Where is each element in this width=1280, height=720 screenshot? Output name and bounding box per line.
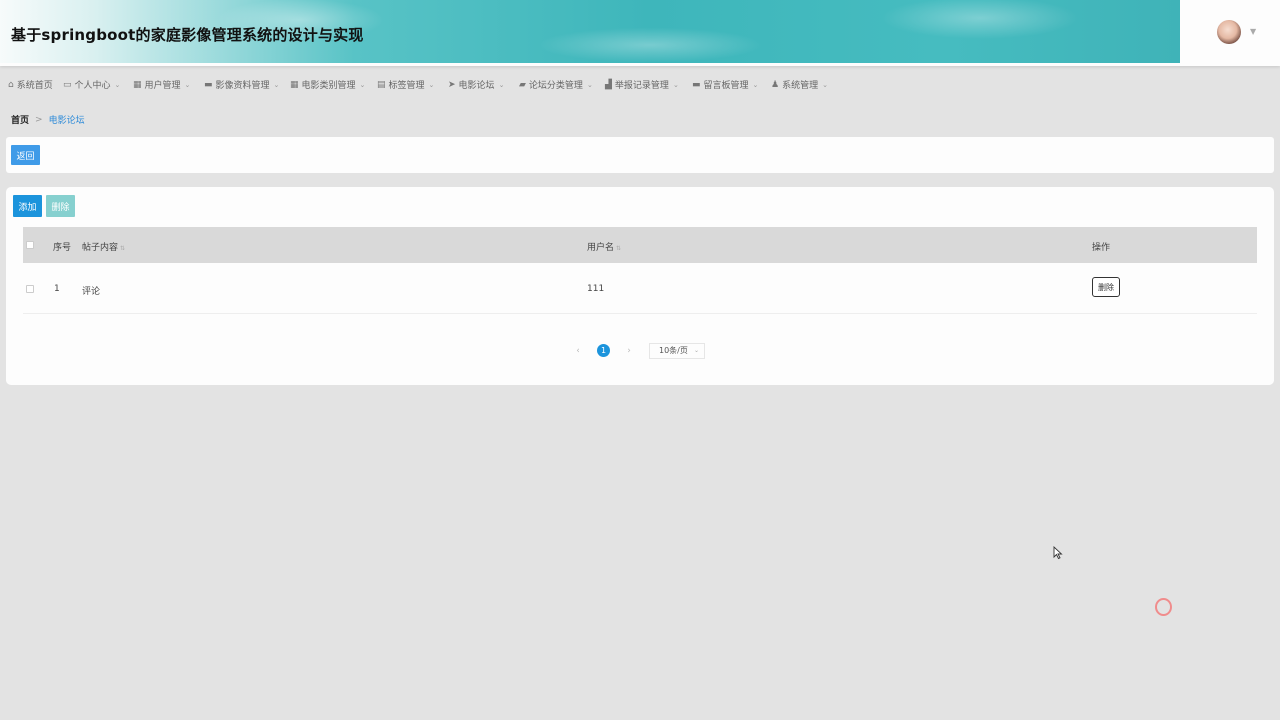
user-avatar[interactable] (1217, 20, 1241, 44)
chevron-down-icon: ⌄ (693, 346, 699, 354)
header-username-label: 用户名 (587, 243, 615, 253)
nav-item-label: 系统管理 (782, 81, 819, 91)
nav-item-label: 用户管理 (144, 81, 181, 91)
chevron-down-icon: ⌄ (498, 80, 505, 89)
header-index: 序号 (53, 243, 72, 253)
table-header: 序号 帖子内容 ⇅ 用户名 ⇅ 操作 (23, 227, 1257, 263)
nav-item-message-board[interactable]: ▬ 留言板管理 ⌄ (692, 78, 759, 92)
chevron-down-icon: ⌄ (273, 80, 280, 89)
user-icon: ♟ (771, 79, 780, 90)
nav-item-label: 系统首页 (16, 81, 53, 91)
table-row: 1 评论 111 删除 (23, 263, 1257, 314)
sort-icon[interactable]: ⇅ (616, 245, 621, 252)
profile-icon: ▭ (63, 79, 72, 90)
nav-item-personal-center[interactable]: ▭ 个人中心 ⌄ (63, 78, 121, 92)
breadcrumb-current: 电影论坛 (48, 116, 85, 126)
nav-item-label: 影像资料管理 (215, 81, 270, 91)
header-actions: 操作 (1092, 243, 1111, 253)
chevron-down-icon: ⌄ (752, 80, 759, 89)
send-icon: ➤ (448, 79, 456, 90)
nav-item-label: 标签管理 (388, 81, 425, 91)
grid-icon: ▦ (290, 79, 299, 90)
nav-item-label: 个人中心 (74, 81, 111, 91)
chevron-down-icon: ⌄ (428, 80, 435, 89)
chevron-down-icon: ⌄ (184, 80, 191, 89)
chevron-down-icon: ⌄ (359, 80, 366, 89)
thumb-icon: ▟ (605, 79, 612, 90)
grid-icon: ▦ (133, 79, 142, 90)
header-username[interactable]: 用户名 ⇅ (587, 240, 621, 253)
row-checkbox[interactable] (26, 285, 34, 293)
message-icon: ▬ (204, 79, 213, 90)
sort-icon[interactable]: ⇅ (120, 245, 125, 252)
top-header: 基于springboot的家庭影像管理系统的设计与实现 ▼ (0, 0, 1280, 66)
breadcrumb-separator: > (35, 114, 43, 125)
search-panel (6, 137, 1274, 173)
batch-delete-button[interactable]: 删除 (46, 195, 75, 217)
nav-item-label: 举报记录管理 (614, 81, 669, 91)
nav-item-label: 论坛分类管理 (528, 81, 583, 91)
nav-item-label: 电影类别管理 (301, 81, 356, 91)
avatar-dropdown-icon[interactable]: ▼ (1250, 27, 1256, 36)
nav-item-media-management[interactable]: ▬ 影像资料管理 ⌄ (204, 78, 280, 92)
prev-page-button[interactable]: ‹ (568, 346, 588, 356)
back-button[interactable]: 返回 (11, 145, 40, 165)
site-title: 基于springboot的家庭影像管理系统的设计与实现 (11, 26, 364, 44)
nav-item-movie-forum[interactable]: ➤ 电影论坛 ⌄ (448, 78, 505, 92)
message-icon: ▬ (692, 79, 701, 90)
header-content[interactable]: 帖子内容 ⇅ (82, 240, 125, 253)
select-all-checkbox[interactable] (26, 241, 34, 249)
nav-item-system-management[interactable]: ♟ 系统管理 ⌄ (771, 78, 828, 92)
nav-item-home[interactable]: ⌂ 系统首页 (8, 78, 53, 92)
breadcrumb: 首页 > 电影论坛 (11, 113, 85, 127)
pagination: ‹ 1 › 10条/页 ⌄ (568, 342, 705, 359)
cell-username: 111 (587, 284, 605, 294)
top-nav-menu: ⌂ 系统首页 ▭ 个人中心 ⌄ ▦ 用户管理 ⌄ ▬ 影像资料管理 ⌄ ▦ 电影… (0, 74, 1280, 94)
page-number-current[interactable]: 1 (597, 344, 610, 357)
cell-index: 1 (54, 284, 60, 294)
chevron-down-icon: ⌄ (672, 80, 679, 89)
breadcrumb-home[interactable]: 首页 (11, 113, 29, 126)
chevron-down-icon: ⌄ (822, 80, 828, 89)
page-size-value: 10条/页 (659, 346, 688, 355)
add-button[interactable]: 添加 (13, 195, 42, 217)
nav-item-tag-management[interactable]: ▤ 标签管理 ⌄ (377, 78, 435, 92)
header-content-label: 帖子内容 (82, 243, 119, 253)
chevron-down-icon: ⌄ (114, 80, 121, 89)
nav-item-movie-category[interactable]: ▦ 电影类别管理 ⌄ (290, 78, 366, 92)
page-size-select[interactable]: 10条/页 ⌄ (649, 342, 705, 359)
nav-item-forum-category[interactable]: ▰ 论坛分类管理 ⌄ (519, 78, 593, 92)
home-icon: ⌂ (8, 79, 14, 90)
nav-item-user-management[interactable]: ▦ 用户管理 ⌄ (133, 78, 191, 92)
mouse-cursor-icon (1053, 546, 1063, 560)
chevron-down-icon: ⌄ (586, 80, 593, 89)
next-page-button[interactable]: › (619, 346, 639, 356)
clipboard-icon: ▤ (377, 79, 386, 90)
row-delete-button[interactable]: 删除 (1092, 277, 1120, 297)
ticket-icon: ▰ (519, 79, 526, 90)
nav-item-label: 电影论坛 (458, 81, 495, 91)
click-indicator-icon (1155, 598, 1172, 616)
nav-item-report-records[interactable]: ▟ 举报记录管理 ⌄ (605, 78, 679, 92)
cell-content: 评论 (82, 287, 101, 297)
nav-item-label: 留言板管理 (703, 81, 749, 91)
